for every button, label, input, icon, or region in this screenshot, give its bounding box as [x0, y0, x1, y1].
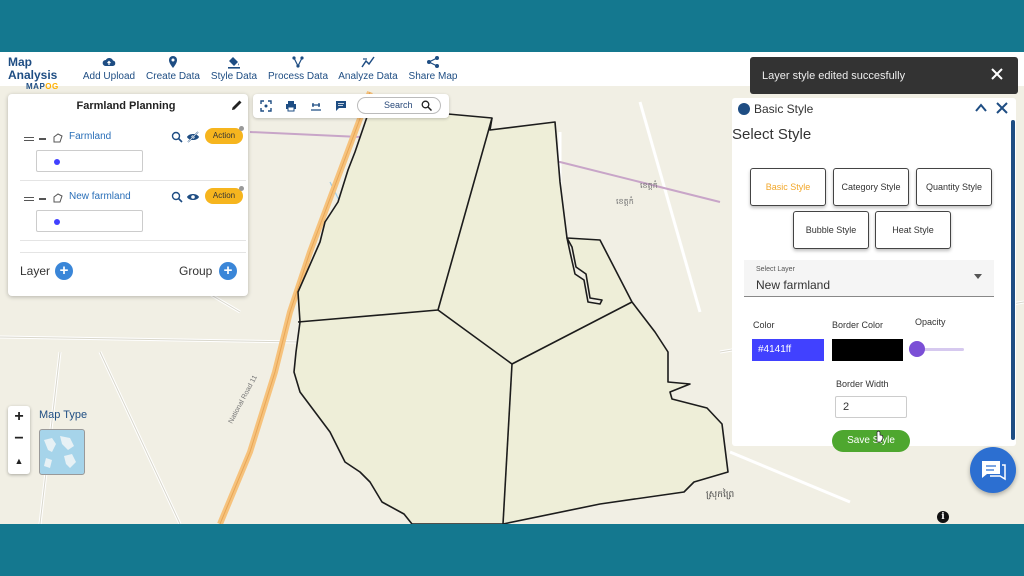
project-title: Farmland Planning — [76, 100, 176, 112]
polygon-icon — [53, 193, 63, 203]
group-footer-label: Group — [179, 264, 213, 278]
process-nodes-icon — [292, 56, 304, 68]
opacity-slider-handle[interactable] — [909, 341, 925, 357]
layer-action-button[interactable]: Action — [205, 128, 243, 144]
status-dot — [239, 126, 244, 131]
layer-footer-label: Layer — [20, 264, 51, 278]
fullscreen-icon[interactable] — [260, 100, 272, 112]
success-toast: Layer style edited succesfully — [750, 57, 1018, 94]
close-icon[interactable] — [990, 67, 1004, 81]
color-label: Color — [753, 320, 775, 330]
info-icon[interactable]: i — [937, 511, 949, 523]
brand-logo[interactable]: Map Analysis MAPOG — [8, 55, 74, 92]
style-brush-icon — [738, 103, 750, 115]
drag-handle-icon[interactable] — [24, 137, 34, 141]
style-data-button[interactable]: Style Data — [209, 55, 259, 82]
layer-row-new-farmland[interactable]: New farmland Action — [8, 186, 248, 210]
eye-icon[interactable] — [186, 191, 200, 203]
zoom-in-button[interactable]: + — [8, 406, 30, 428]
opacity-label: Opacity — [915, 317, 946, 327]
border-width-input[interactable]: 2 — [835, 396, 907, 418]
chat-bubble-icon — [982, 461, 1006, 481]
layer-name[interactable]: Farmland — [69, 131, 111, 142]
process-data-button[interactable]: Process Data — [267, 55, 329, 82]
comment-icon[interactable] — [335, 100, 347, 112]
drag-handle-icon[interactable] — [24, 197, 34, 201]
reset-north-button[interactable]: ▲ — [8, 450, 30, 472]
analyze-icon — [361, 56, 375, 68]
map-type-label: Map Type — [39, 409, 88, 421]
place-label: ស្រុកព្រៃ — [706, 488, 734, 500]
mouse-pointer-icon — [876, 430, 884, 443]
toast-message: Layer style edited succesfully — [762, 70, 906, 82]
collapse-icon[interactable] — [39, 138, 46, 140]
select-layer-label: Select Layer — [756, 266, 795, 273]
divider — [20, 180, 246, 181]
measure-icon[interactable] — [310, 100, 322, 112]
place-label: ខេត្តកំ — [616, 196, 634, 206]
chevron-down-icon — [974, 274, 982, 279]
divider — [20, 240, 246, 241]
select-style-title: Select Style — [732, 126, 812, 143]
app-frame: National Road 11 ខេត្តកំ ខេត្តកំ ស្រុកព្… — [0, 52, 1024, 524]
chat-button[interactable] — [970, 447, 1016, 493]
eye-off-icon[interactable] — [186, 131, 200, 143]
bubble-style-button[interactable]: Bubble Style — [793, 211, 869, 249]
fill-color-picker[interactable]: #4141ff — [752, 339, 824, 361]
add-group-button[interactable]: + — [219, 262, 237, 280]
print-icon[interactable] — [285, 100, 297, 112]
collapse-icon[interactable] — [39, 198, 46, 200]
map-tools-bar: Search — [253, 94, 449, 118]
analyze-data-button[interactable]: Analyze Data — [337, 55, 399, 82]
scrollbar[interactable] — [1011, 120, 1015, 440]
layer-action-button[interactable]: Action — [205, 188, 243, 204]
color-dot — [54, 219, 60, 225]
zoom-out-button[interactable]: − — [8, 428, 30, 450]
category-style-button[interactable]: Category Style — [833, 168, 909, 206]
color-dot — [54, 159, 60, 165]
map-type-thumbnail[interactable] — [39, 429, 85, 475]
search-icon[interactable] — [421, 100, 432, 111]
layer-style-swatch[interactable] — [36, 210, 143, 232]
border-width-label: Border Width — [836, 379, 889, 389]
zoom-to-layer-icon[interactable] — [171, 131, 183, 143]
basic-style-button[interactable]: Basic Style — [750, 168, 826, 206]
brand-title: Map Analysis — [8, 55, 58, 82]
search-input[interactable]: Search — [357, 97, 441, 114]
map-pin-icon — [169, 56, 177, 68]
place-label: ខេត្តកំ — [640, 180, 658, 190]
border-color-picker[interactable] — [832, 339, 903, 361]
save-style-button[interactable]: Save Style — [832, 430, 910, 452]
heat-style-button[interactable]: Heat Style — [875, 211, 951, 249]
brand-subtitle: MAPOG — [26, 82, 59, 91]
status-dot — [239, 186, 244, 191]
edit-pencil-icon[interactable] — [231, 99, 243, 111]
border-color-label: Border Color — [832, 320, 884, 330]
zoom-to-layer-icon[interactable] — [171, 191, 183, 203]
quantity-style-button[interactable]: Quantity Style — [916, 168, 992, 206]
select-layer-dropdown[interactable]: Select Layer New farmland — [744, 260, 994, 297]
share-map-button[interactable]: Share Map — [407, 55, 459, 82]
add-layer-button[interactable]: + — [55, 262, 73, 280]
selected-layer-value: New farmland — [756, 278, 831, 292]
style-panel-header: Basic Style — [754, 102, 814, 116]
search-label: Search — [384, 100, 413, 110]
cloud-upload-icon — [102, 57, 116, 66]
world-map-icon — [44, 436, 76, 468]
layer-name[interactable]: New farmland — [69, 191, 131, 202]
zoom-controls: + − ▲ — [8, 406, 30, 474]
create-data-button[interactable]: Create Data — [145, 55, 201, 82]
layer-style-swatch[interactable] — [36, 150, 143, 172]
layer-panel: Farmland Planning Farmland Action New fa… — [8, 94, 248, 296]
chevron-up-icon[interactable] — [974, 102, 988, 114]
polygon-icon — [53, 133, 63, 143]
divider — [20, 252, 246, 253]
style-panel: Basic Style Select Style Basic Style Cat… — [732, 98, 1016, 452]
layer-row-farmland[interactable]: Farmland Action — [8, 126, 248, 150]
add-upload-button[interactable]: Add Upload — [81, 55, 137, 82]
share-icon — [427, 56, 439, 68]
close-icon[interactable] — [996, 102, 1008, 114]
paint-bucket-icon — [228, 57, 240, 69]
